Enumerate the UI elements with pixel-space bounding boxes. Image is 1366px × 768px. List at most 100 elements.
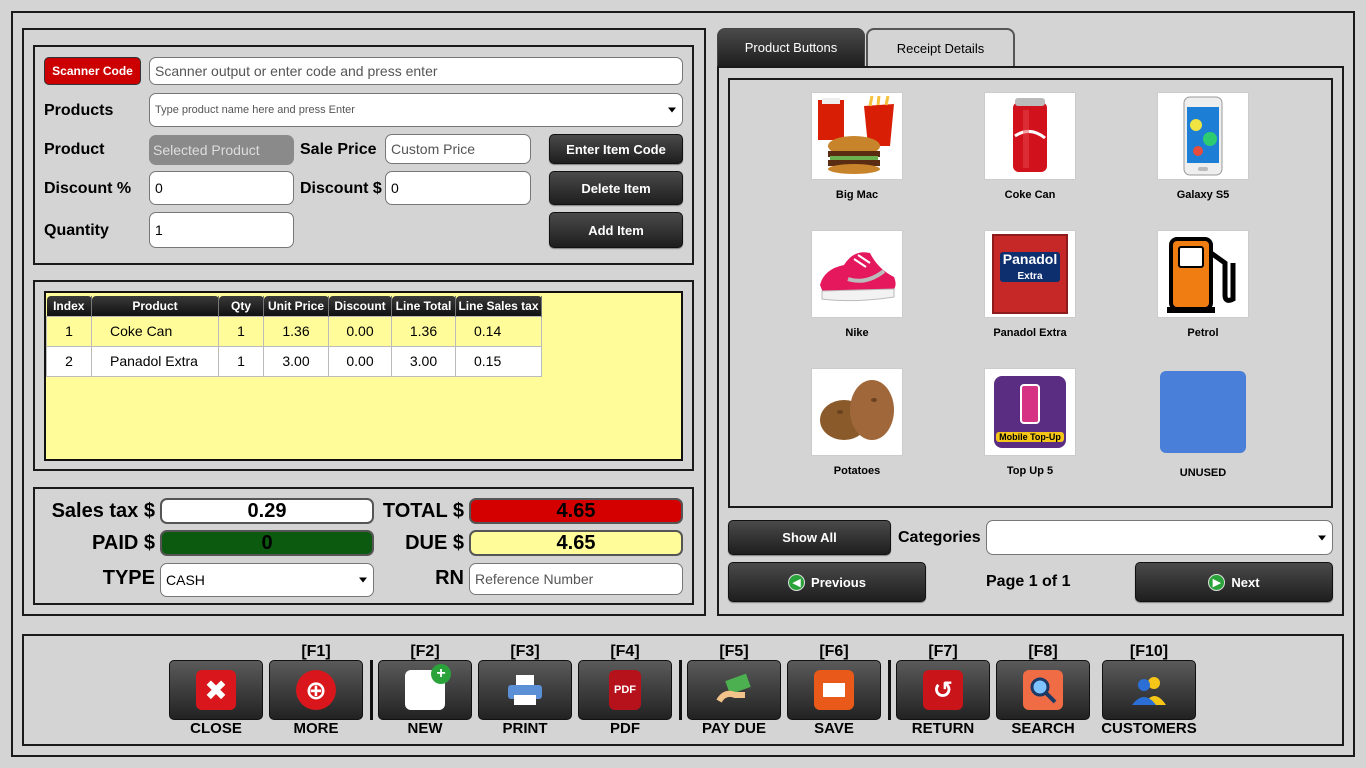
add-item-button[interactable]: Add Item <box>549 212 683 248</box>
products-combobox[interactable]: Type product name here and press Enter <box>149 93 683 127</box>
col-line-sales-tax[interactable]: Line Sales tax <box>455 296 542 316</box>
search-icon <box>1023 670 1063 710</box>
print-label: PRINT <box>502 720 548 737</box>
total-label: TOTAL $ <box>382 500 464 522</box>
selected-product-field: Selected Product <box>149 135 294 165</box>
delete-item-button[interactable]: Delete Item <box>549 171 683 205</box>
chevron-down-icon[interactable] <box>359 577 367 583</box>
col-discount[interactable]: Discount <box>328 296 392 316</box>
topup-caption: Mobile Top-Up <box>996 432 1064 442</box>
search-key: [F8] <box>1028 643 1058 660</box>
new-button[interactable]: + <box>378 660 472 720</box>
next-button[interactable]: ▶ Next <box>1135 562 1333 602</box>
pdf-button[interactable]: PDF <box>578 660 672 720</box>
close-label: CLOSE <box>190 720 242 737</box>
scanner-input[interactable]: Scanner output or enter code and press e… <box>149 57 683 85</box>
cell-discount: 0.00 <box>328 345 392 377</box>
product-button-unused[interactable]: UNUSED <box>1123 368 1283 479</box>
table-row[interactable]: 2 Panadol Extra 1 3.00 0.00 3.00 0.15 <box>46 345 542 377</box>
print-button[interactable] <box>478 660 572 720</box>
scanner-code-button[interactable]: Scanner Code <box>44 57 141 85</box>
chevron-down-icon[interactable] <box>1318 535 1326 540</box>
previous-label: Previous <box>811 574 866 590</box>
product-button-big-mac[interactable]: Big Mac <box>777 92 937 201</box>
customers-button[interactable] <box>1102 660 1196 720</box>
customers-key: [F10] <box>1129 643 1169 660</box>
quantity-input[interactable]: 1 <box>149 212 294 248</box>
cell-qty: 1 <box>218 345 264 377</box>
total-value: 4.65 <box>469 498 683 524</box>
cell-unit-price: 1.36 <box>263 315 329 347</box>
return-key: [F7] <box>928 643 958 660</box>
chevron-down-icon[interactable] <box>668 107 676 113</box>
product-name: Big Mac <box>835 189 879 201</box>
discount-amount-value: 0 <box>391 180 399 196</box>
save-button[interactable] <box>787 660 881 720</box>
payment-type-select[interactable]: CASH <box>160 563 374 597</box>
panadol-extra-image: Panadol Extra <box>984 230 1076 318</box>
toolbar-divider <box>888 660 891 720</box>
floppy-label-icon <box>823 683 845 697</box>
product-button-potatoes[interactable]: Potatoes <box>777 368 937 477</box>
scanner-placeholder: Scanner output or enter code and press e… <box>155 63 438 79</box>
enter-item-code-button[interactable]: Enter Item Code <box>549 134 683 164</box>
more-button[interactable]: ⊕ <box>269 660 363 720</box>
close-icon: ✖ <box>196 670 236 710</box>
cell-line-sales-tax: 0.14 <box>455 315 542 347</box>
cell-line-total: 1.36 <box>391 315 456 347</box>
pay-due-button[interactable] <box>687 660 781 720</box>
printer-icon <box>505 670 545 710</box>
discount-amount-input[interactable]: 0 <box>385 171 531 205</box>
categories-select[interactable] <box>986 520 1333 555</box>
show-all-button[interactable]: Show All <box>728 520 891 555</box>
product-button-top-up-5[interactable]: Mobile Top-Up Top Up 5 <box>950 368 1110 477</box>
paid-value: 0 <box>160 530 374 556</box>
product-button-nike[interactable]: Nike <box>777 230 937 339</box>
col-index[interactable]: Index <box>46 296 92 316</box>
mobile-topup-icon: Mobile Top-Up <box>994 376 1066 448</box>
more-key: [F1] <box>301 643 331 660</box>
customers-label: CUSTOMERS <box>1101 720 1197 737</box>
save-icon <box>814 670 854 710</box>
col-product[interactable]: Product <box>91 296 219 316</box>
col-line-total[interactable]: Line Total <box>391 296 456 316</box>
page-indicator: Page 1 of 1 <box>986 573 1071 590</box>
reference-number-placeholder: Reference Number <box>475 571 594 587</box>
due-value: 4.65 <box>469 530 683 556</box>
cell-index: 1 <box>46 315 92 347</box>
discount-percent-label: Discount % <box>44 180 132 197</box>
discount-percent-input[interactable]: 0 <box>149 171 294 205</box>
product-label: Product <box>44 141 105 158</box>
col-unit-price[interactable]: Unit Price <box>263 296 329 316</box>
toolbar-divider <box>679 660 682 720</box>
product-button-panadol-extra[interactable]: Panadol Extra Panadol Extra <box>950 230 1110 339</box>
sale-price-input[interactable]: Custom Price <box>385 134 531 164</box>
table-row[interactable]: 1 Coke Can 1 1.36 0.00 1.36 0.14 <box>46 315 542 347</box>
panadol-variant-text: Extra <box>1017 271 1043 282</box>
coke-can-image <box>984 92 1076 180</box>
panadol-box-text: Panadol Extra <box>1000 252 1060 282</box>
categories-label: Categories <box>898 529 981 546</box>
cell-unit-price: 3.00 <box>263 345 329 377</box>
tab-receipt-details[interactable]: Receipt Details <box>866 28 1015 66</box>
product-button-petrol[interactable]: Petrol <box>1123 230 1283 339</box>
return-button[interactable]: ↺ <box>896 660 990 720</box>
top-up-image: Mobile Top-Up <box>984 368 1076 456</box>
search-button[interactable] <box>996 660 1090 720</box>
type-label: TYPE <box>102 567 155 589</box>
products-label: Products <box>44 102 114 119</box>
product-button-coke-can[interactable]: Coke Can <box>950 92 1110 201</box>
col-qty[interactable]: Qty <box>218 296 264 316</box>
product-name: Nike <box>845 327 869 339</box>
previous-button[interactable]: ◀ Previous <box>728 562 926 602</box>
product-button-galaxy-s5[interactable]: Galaxy S5 <box>1123 92 1283 201</box>
print-key: [F3] <box>510 643 540 660</box>
quantity-label: Quantity <box>44 222 109 239</box>
reference-number-input[interactable]: Reference Number <box>469 563 683 595</box>
quantity-value: 1 <box>155 222 163 238</box>
panadol-brand-text: Panadol <box>1002 251 1058 267</box>
discount-amount-label: Discount $ <box>300 180 382 197</box>
products-placeholder: Type product name here and press Enter <box>155 104 355 116</box>
tab-product-buttons[interactable]: Product Buttons <box>717 28 865 66</box>
close-button[interactable]: ✖ <box>169 660 263 720</box>
